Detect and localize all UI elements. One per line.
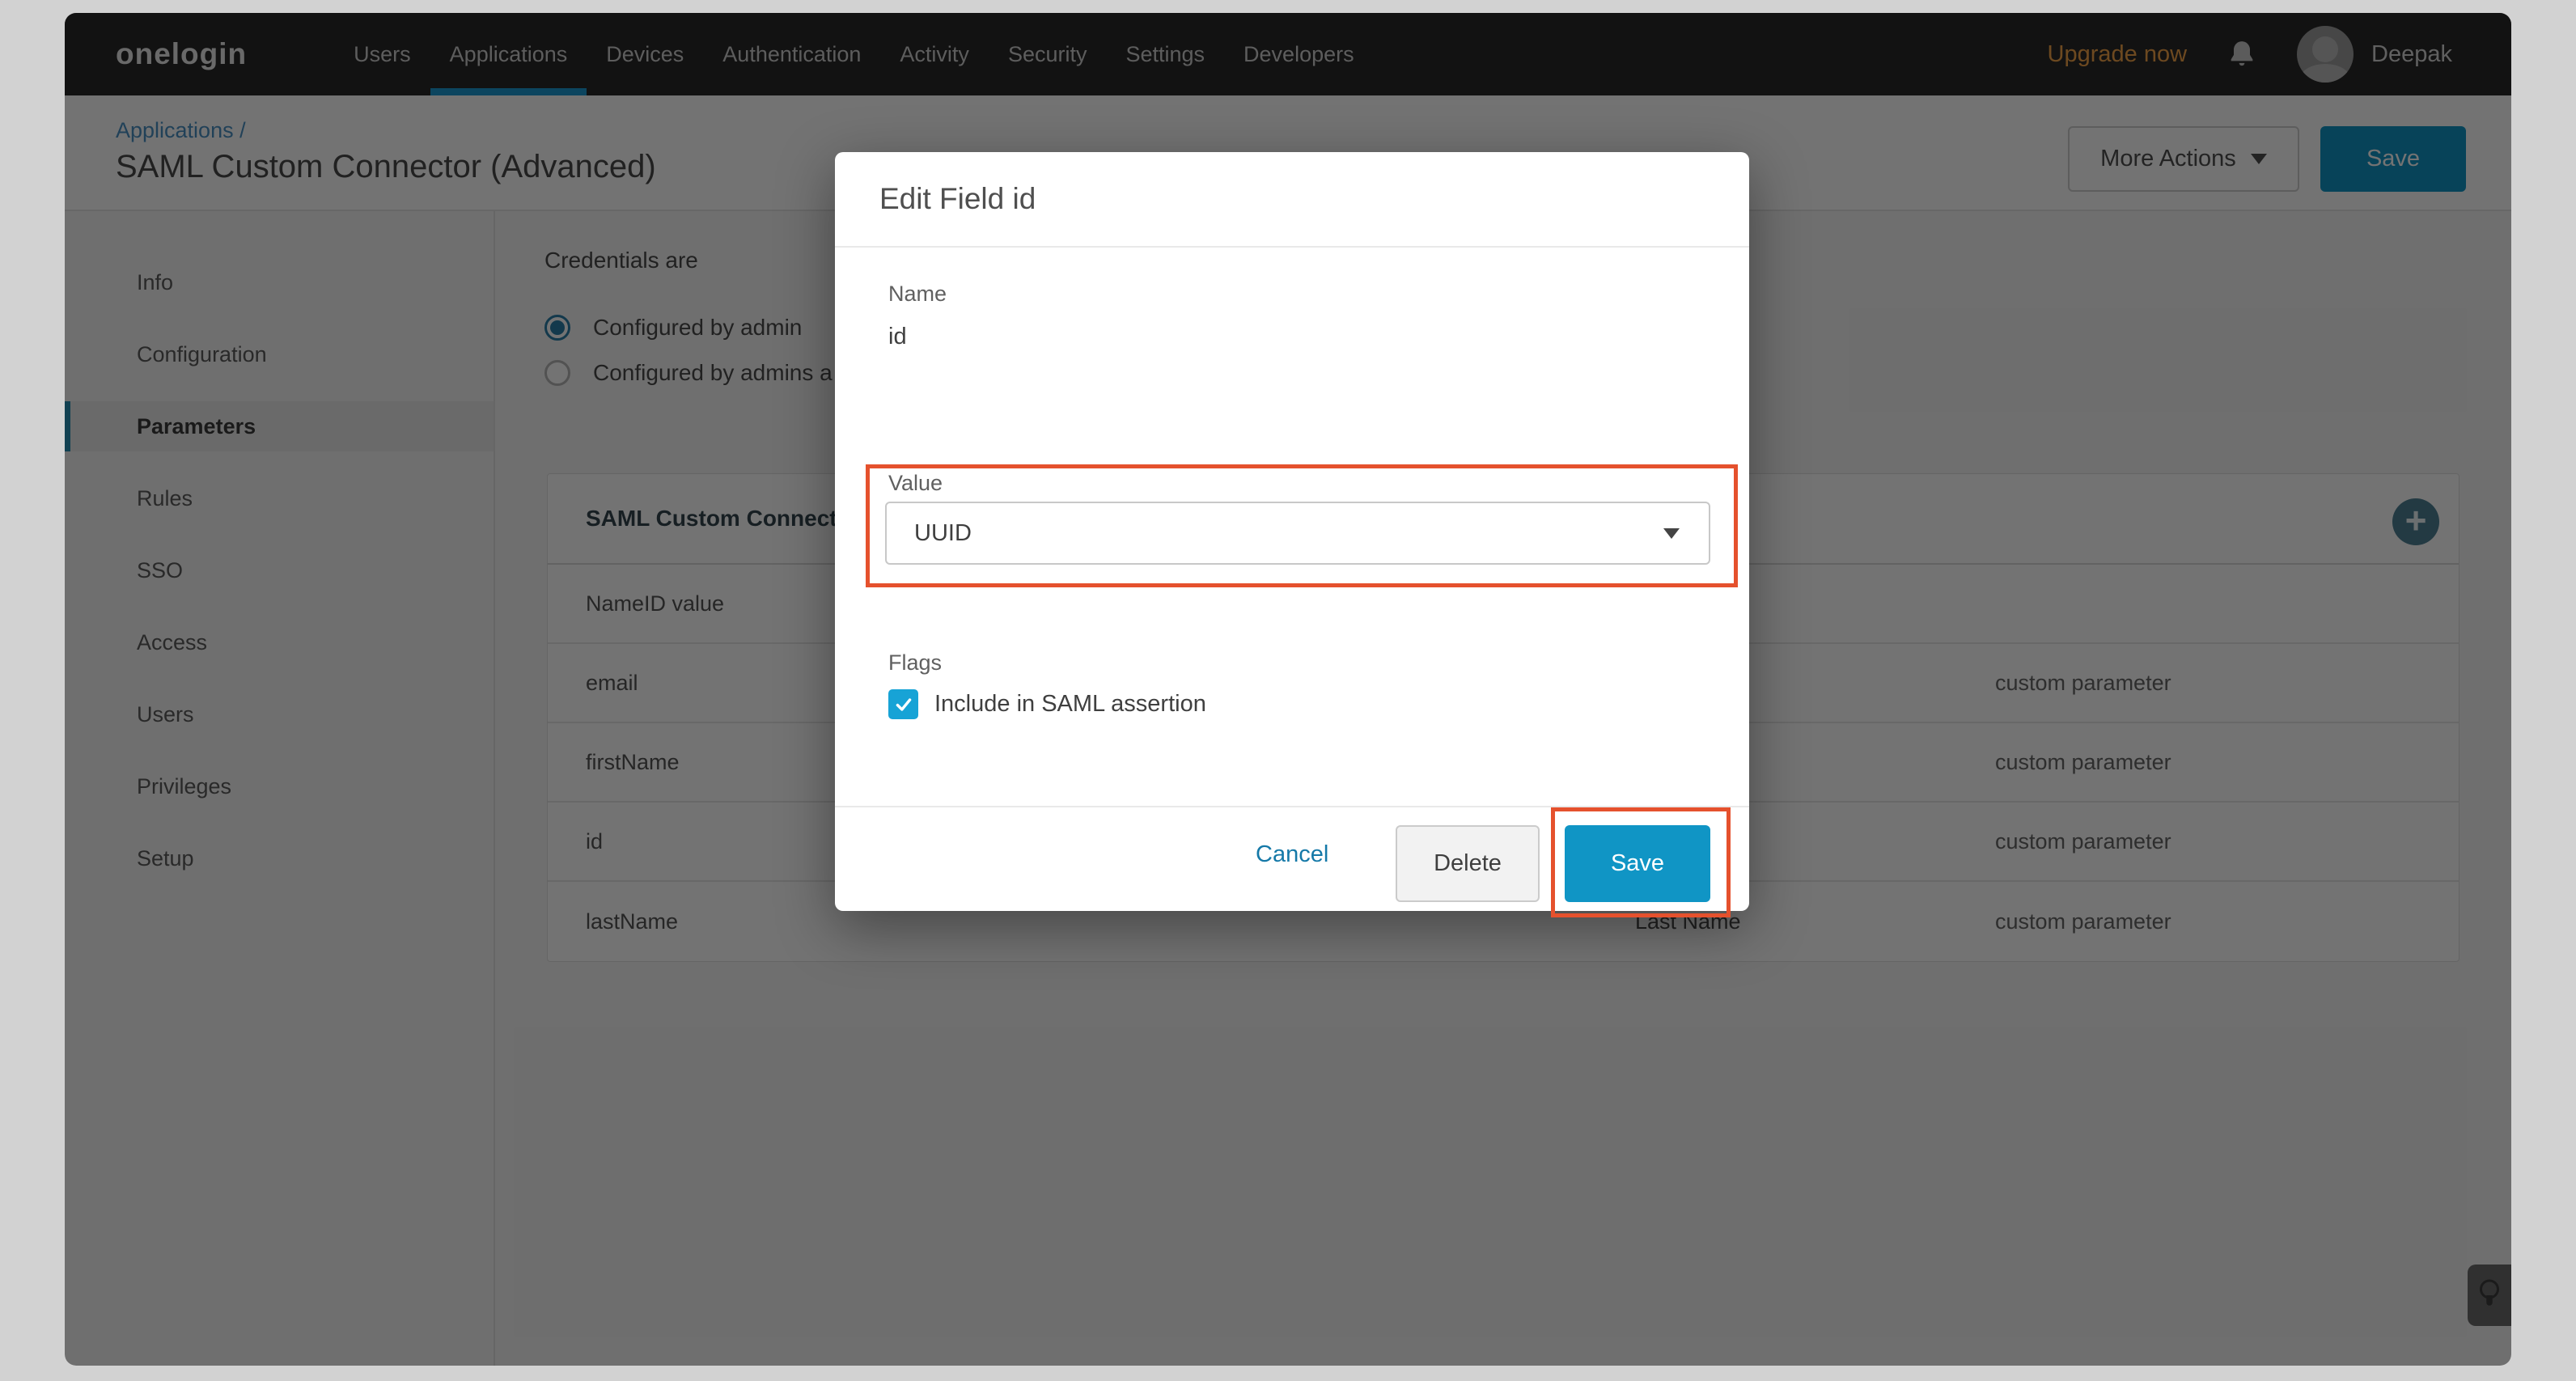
modal-header-divider (835, 246, 1749, 248)
name-value: id (888, 324, 907, 350)
flags-label: Flags (888, 650, 942, 676)
onelogin-admin-app: onelogin Users Applications Devices Auth… (65, 13, 2511, 1366)
checkbox-label: Include in SAML assertion (934, 691, 1206, 718)
value-label: Value (888, 471, 943, 496)
cancel-button[interactable]: Cancel (1256, 841, 1328, 868)
checkbox-checked-icon (888, 689, 918, 719)
delete-button[interactable]: Delete (1396, 825, 1540, 902)
include-in-saml-assertion-checkbox[interactable]: Include in SAML assertion (888, 689, 1206, 719)
name-label: Name (888, 282, 947, 307)
value-select-selected: UUID (914, 520, 972, 547)
modal-title: Edit Field id (879, 152, 1036, 246)
edit-field-modal: Edit Field id Name id Value UUID Flags I… (835, 152, 1749, 911)
select-caret-icon (1663, 528, 1680, 539)
value-select[interactable]: UUID (885, 502, 1710, 565)
save-button[interactable]: Save (1565, 825, 1710, 902)
modal-footer-divider (835, 806, 1749, 807)
